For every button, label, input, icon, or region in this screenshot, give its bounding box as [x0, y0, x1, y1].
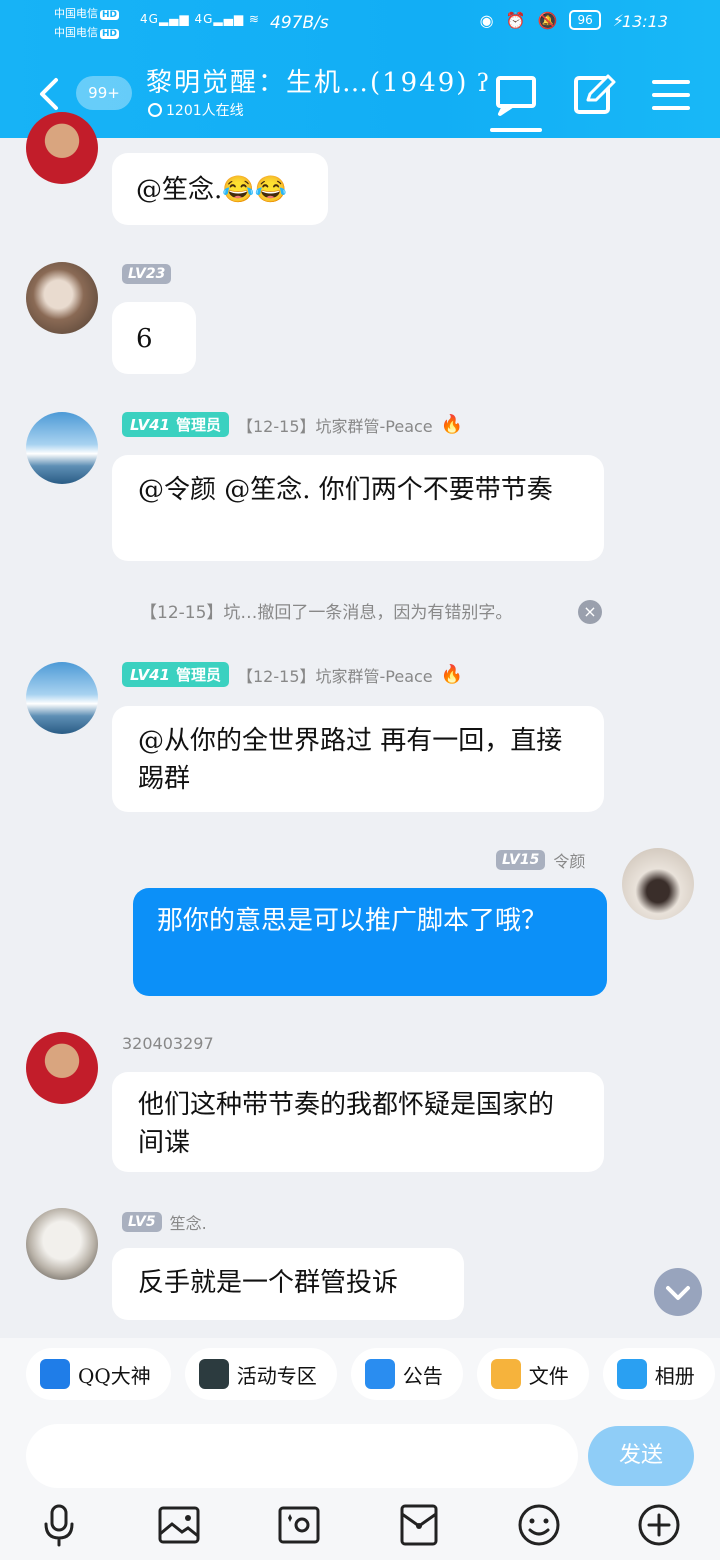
app-label: 活动专区	[236, 1363, 317, 1388]
message-bubble[interactable]: @笙念.😂😂	[112, 153, 328, 225]
status-icons: ◉ ⏰ 🔕 96 ⚡	[480, 10, 624, 30]
role-text: 管理员	[175, 416, 221, 434]
fire-icon: 🔥	[440, 414, 464, 435]
app-files[interactable]: 文件	[476, 1348, 589, 1400]
alarm-icon: ⏰	[505, 10, 526, 30]
avatar[interactable]	[26, 262, 98, 334]
status-bar: 中国电信 HD 中国电信 HD 4G▂▄▆ 4G▂▄▆ ≋ 497B/s ◉ ⏰ 🔕…	[0, 0, 720, 48]
announcement-icon	[364, 1359, 395, 1389]
online-icon	[148, 103, 162, 117]
network-type: 4G	[140, 12, 159, 26]
message-bubble[interactable]: @令颜 @笙念. 你们两个不要带节奏	[112, 455, 604, 561]
sender-name[interactable]: 【12-15】坑家群管-Peace	[237, 663, 433, 687]
ear-icon: ʔ	[476, 69, 492, 97]
scroll-down-button[interactable]	[654, 1268, 702, 1316]
plus-icon[interactable]	[636, 1502, 682, 1548]
edit-button[interactable]	[570, 70, 620, 120]
app-label: 文件	[528, 1363, 569, 1388]
hd-badge: HD	[100, 10, 120, 20]
message-bubble-self[interactable]: 那你的意思是可以推广脚本了哦？	[133, 888, 607, 996]
online-count: 1201人在线	[148, 100, 244, 120]
app-activity-zone[interactable]: 活动专区	[184, 1348, 337, 1400]
level-text: LV41	[130, 666, 170, 684]
sender-meta: LV41 管理员 【12-15】坑家群管-Peace 🔥	[122, 412, 463, 437]
avatar[interactable]	[26, 662, 98, 734]
level-text: LV41	[130, 416, 170, 434]
app-qq-dashen[interactable]: QQ大神	[26, 1348, 171, 1400]
app-label: QQ大神	[78, 1363, 151, 1388]
group-title-text: 黎明觉醒：生机…(1949)	[146, 68, 469, 98]
message-input[interactable]	[26, 1424, 578, 1488]
signal-icon: 4G▂▄▆ 4G▂▄▆ ≋	[140, 12, 260, 26]
unread-badge[interactable]: 99+	[76, 76, 132, 110]
level-badge: LV23	[122, 264, 172, 284]
network-type: 4G	[194, 12, 214, 26]
admin-badge: LV41 管理员	[122, 412, 229, 437]
admin-badge: LV41 管理员	[122, 662, 229, 687]
level-badge: LV15	[496, 850, 546, 870]
avatar[interactable]	[26, 412, 98, 484]
network-speed: 497B/s	[270, 13, 329, 33]
send-button[interactable]: 发送	[588, 1426, 694, 1486]
message-bubble[interactable]: @从你的全世界路过 再有一回，直接踢群	[112, 706, 604, 812]
avatar[interactable]	[26, 1208, 98, 1280]
fire-icon: 🔥	[440, 664, 464, 685]
sender-meta: LV15 令颜	[496, 848, 585, 872]
sender-name[interactable]: 笙念.	[170, 1210, 207, 1234]
battery-icon: 96	[569, 10, 601, 30]
sender-name[interactable]: 320403297	[122, 1034, 214, 1053]
sender-meta: LV23	[122, 264, 172, 284]
red-packet-icon[interactable]	[396, 1502, 442, 1548]
eye-icon: ◉	[479, 10, 494, 30]
self-avatar[interactable]	[622, 848, 694, 920]
album-icon	[616, 1359, 647, 1389]
back-button[interactable]	[34, 76, 64, 112]
input-bar: 发送	[0, 1410, 720, 1560]
chat-tab-button[interactable]	[492, 70, 542, 120]
role-text: 管理员	[175, 666, 221, 684]
message-bubble[interactable]: 反手就是一个群管投诉	[112, 1248, 464, 1320]
recall-notice: 【12-15】坑…撤回了一条消息，因为有错别字。	[140, 603, 513, 623]
app-label: 公告	[402, 1363, 443, 1388]
level-badge: LV5	[122, 1212, 162, 1232]
online-text: 1201人在线	[166, 103, 244, 119]
app-album[interactable]: 相册	[602, 1348, 715, 1400]
activity-icon	[198, 1359, 229, 1389]
image-icon[interactable]	[156, 1502, 202, 1548]
menu-button[interactable]	[646, 70, 696, 120]
sender-meta: 320403297	[122, 1034, 214, 1053]
avatar[interactable]	[26, 112, 98, 184]
active-tab-indicator	[490, 128, 542, 132]
top-bar: 中国电信 HD 中国电信 HD 4G▂▄▆ 4G▂▄▆ ≋ 497B/s ◉ ⏰ 🔕…	[0, 0, 720, 138]
avatar[interactable]	[26, 1032, 98, 1104]
carrier-1: 中国电信	[54, 7, 98, 20]
carrier-info: 中国电信 HD 中国电信 HD	[54, 5, 120, 43]
hd-badge: HD	[100, 29, 120, 39]
app-shortcuts: QQ大神 活动专区 公告 文件 相册	[0, 1338, 720, 1410]
microphone-icon[interactable]	[36, 1502, 82, 1548]
folder-icon	[490, 1359, 521, 1389]
sender-meta: LV41 管理员 【12-15】坑家群管-Peace 🔥	[122, 662, 463, 687]
sender-name[interactable]: 令颜	[553, 848, 585, 872]
mute-icon: 🔕	[537, 10, 558, 30]
app-label: 相册	[654, 1363, 695, 1388]
camera-icon[interactable]	[276, 1502, 322, 1548]
sender-meta: LV5 笙念.	[122, 1210, 207, 1234]
app-announcement[interactable]: 公告	[350, 1348, 463, 1400]
message-bubble[interactable]: 6	[112, 302, 196, 374]
message-bubble[interactable]: 他们这种带节奏的我都怀疑是国家的间谍	[112, 1072, 604, 1172]
group-title[interactable]: 黎明觉醒：生机…(1949) ʔ	[146, 62, 491, 99]
emoji-icon[interactable]	[516, 1502, 562, 1548]
qq-dashen-icon	[40, 1359, 70, 1389]
clock: 13:13	[621, 12, 668, 31]
close-icon[interactable]: ×	[578, 600, 602, 624]
carrier-2: 中国电信	[54, 26, 98, 39]
sender-name[interactable]: 【12-15】坑家群管-Peace	[237, 413, 433, 437]
